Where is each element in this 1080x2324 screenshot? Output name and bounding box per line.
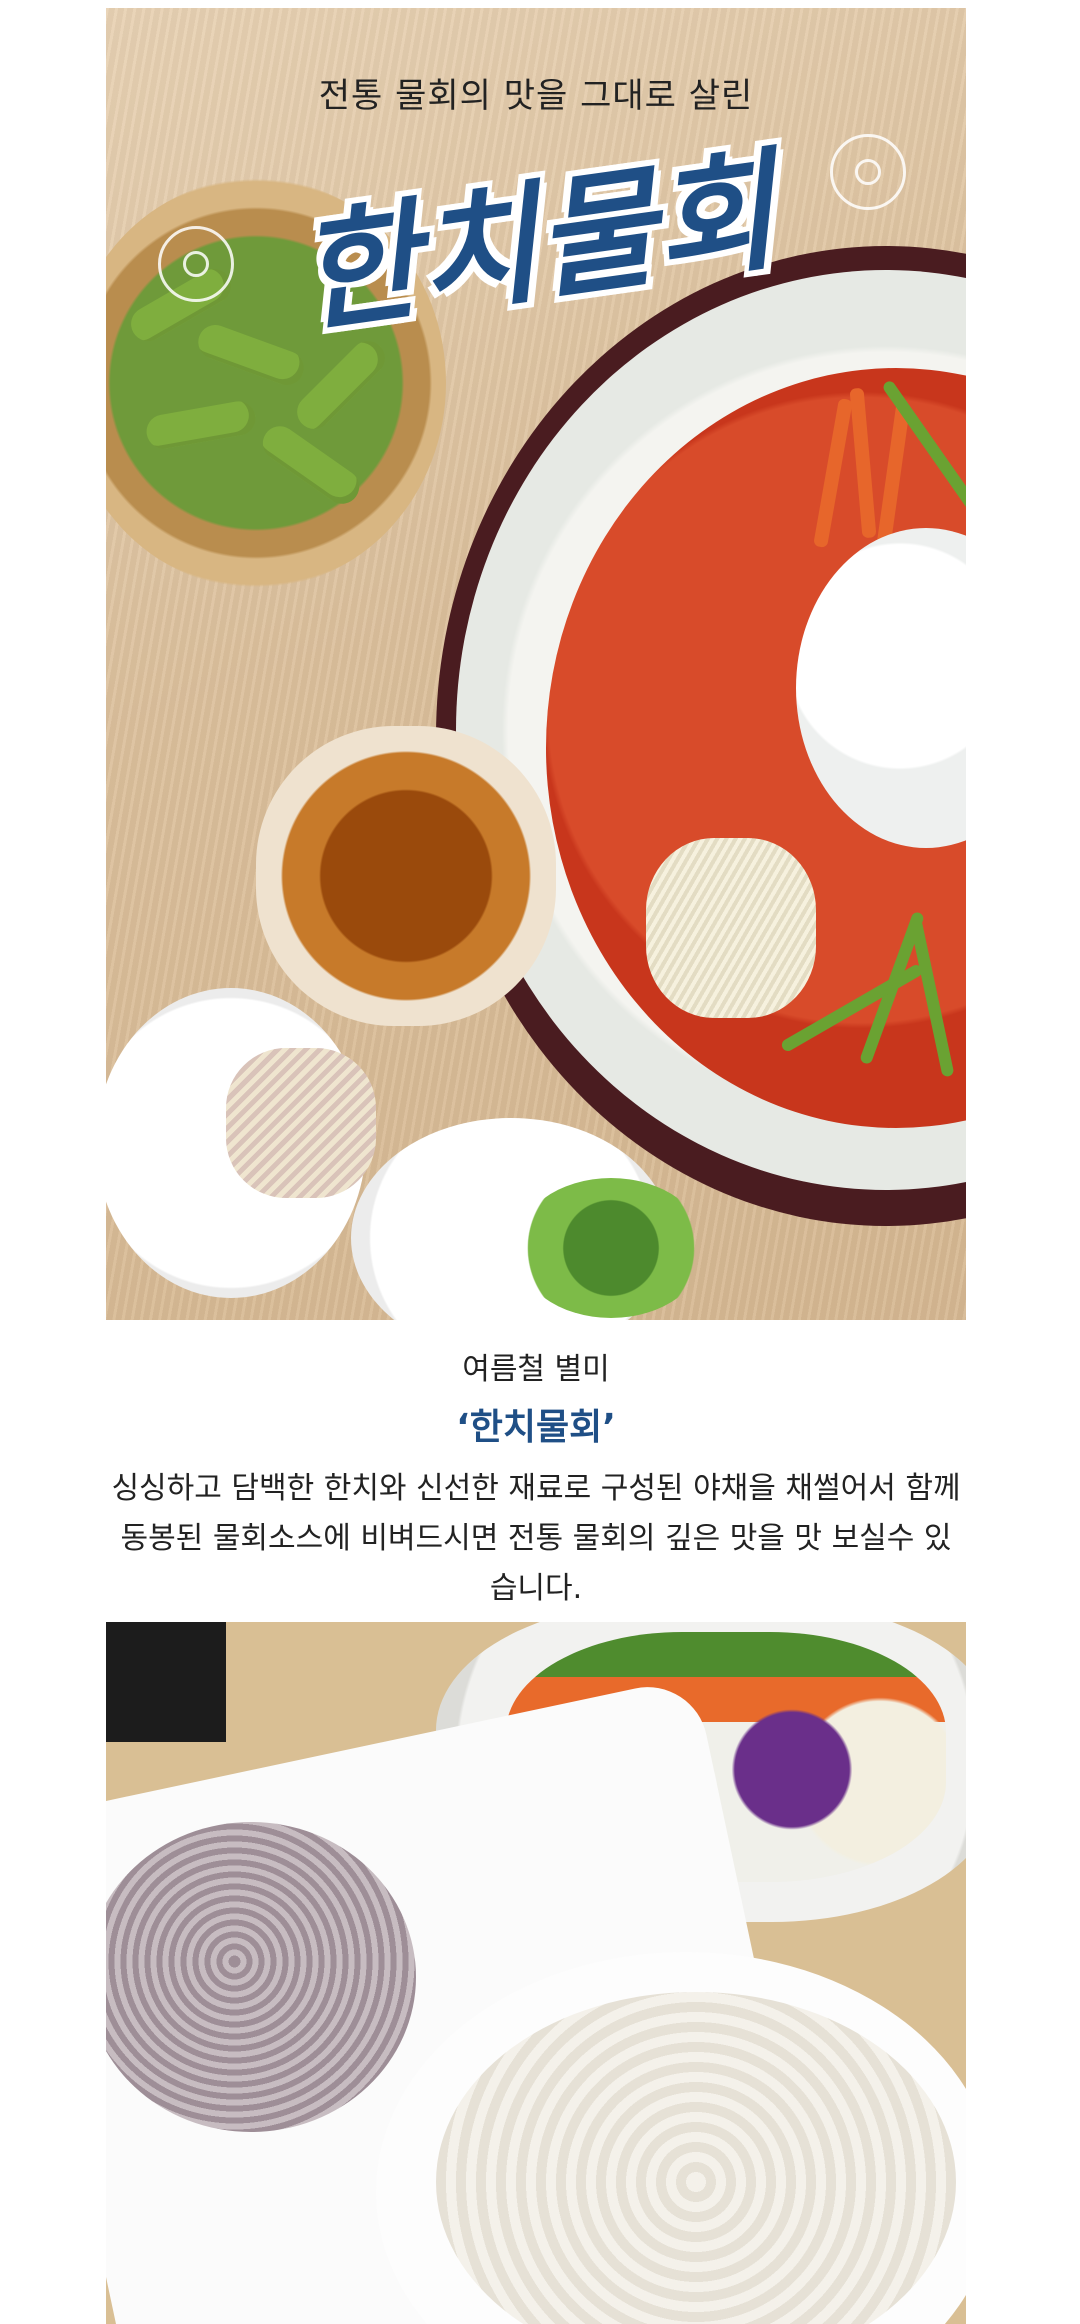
- background-wall: [106, 1622, 226, 1742]
- season-label: 여름철 별미: [462, 1352, 610, 1387]
- sliced-stalks: [226, 1048, 376, 1198]
- flower-icon: [830, 134, 906, 210]
- description-section: 여름철 별미 ‘한치물회’ 싱싱하고 담백한 한치와 신선한 재료로 구성된 야…: [106, 1330, 966, 1614]
- ingredients-image: [106, 1622, 966, 2324]
- dish-name: ‘한치물회’: [456, 1407, 616, 1448]
- hero-image: 전통 물회의 맛을 그대로 살린 한치물회: [106, 8, 966, 1320]
- description-text: 싱싱하고 담백한 한치와 신선한 재료로 구성된 야채을 채썰어서 함께 동봉된…: [111, 1471, 961, 1606]
- tea-glass: [256, 726, 556, 1026]
- hero-subtitle: 전통 물회의 맛을 그대로 살린: [318, 76, 754, 116]
- flower-icon: [158, 226, 234, 302]
- shredded-cabbage: [646, 838, 816, 1018]
- chopped-scallions: [516, 1178, 706, 1318]
